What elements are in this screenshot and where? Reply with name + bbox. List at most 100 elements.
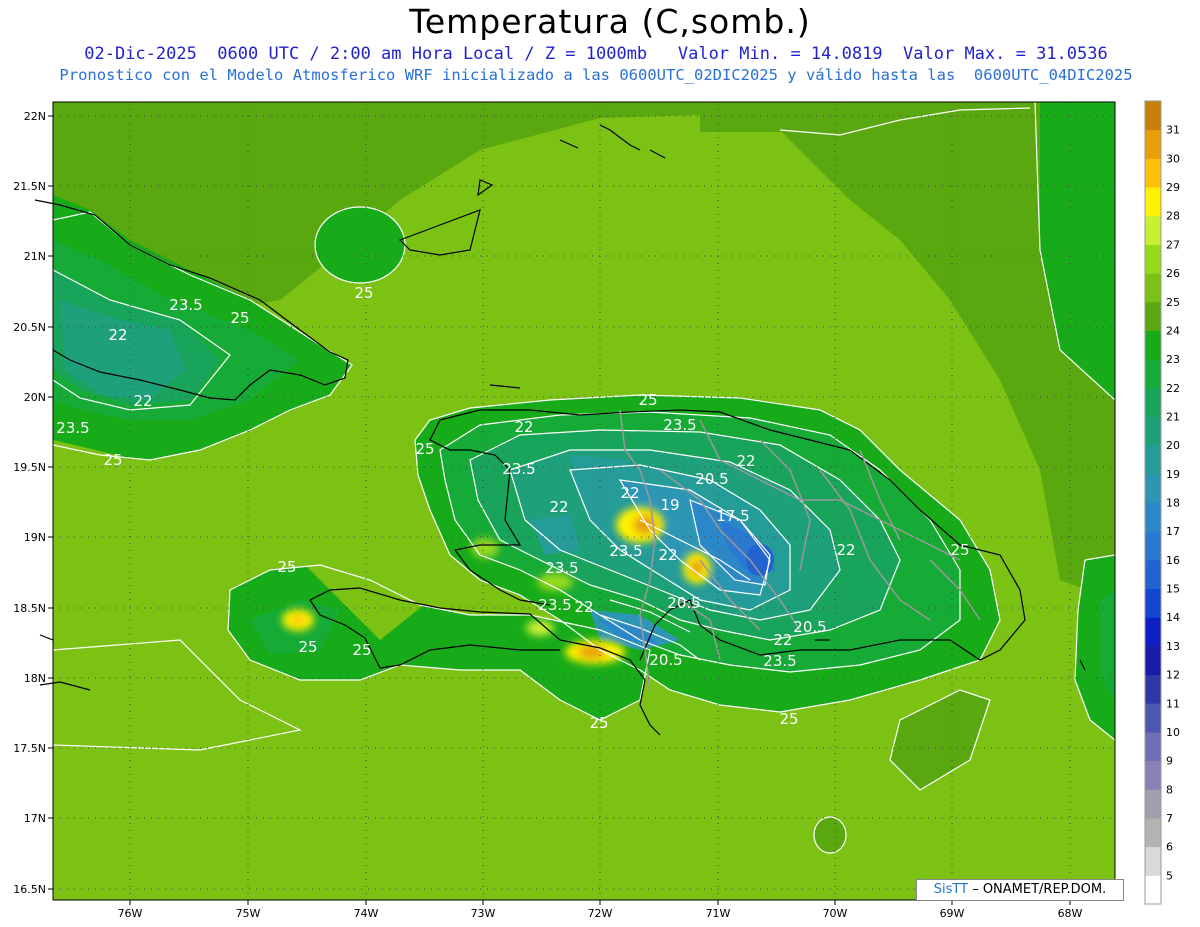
contour-label: 25 — [354, 284, 373, 302]
lat-label: 16.5N — [13, 883, 46, 896]
contour-label: 20.5 — [667, 594, 700, 612]
legend-level-label: 23 — [1166, 353, 1180, 366]
legend-level-label: 29 — [1166, 181, 1180, 194]
lon-label: 71W — [706, 907, 731, 920]
legend-swatch — [1145, 817, 1161, 848]
legend-swatch — [1145, 301, 1161, 331]
contour-label: 25 — [298, 638, 317, 656]
lon-label: 69W — [940, 907, 965, 920]
legend-level-label: 14 — [1166, 611, 1180, 624]
credit-text: – ONAMET/REP.DOM. — [968, 882, 1107, 897]
contour-label: 23.5 — [763, 652, 796, 670]
temperature-map: 22N 21.5N 21N 20.5N 20N 19.5N 19N 18.5N … — [13, 100, 1180, 920]
contour-label: 19 — [660, 496, 679, 514]
legend-swatch — [1145, 645, 1161, 676]
contour-label: 20.5 — [793, 618, 826, 636]
legend-level-label: 20 — [1166, 439, 1180, 452]
legend-swatch — [1145, 760, 1161, 790]
legend-level-label: 9 — [1166, 755, 1173, 768]
color-scale-legend: 5 6 7 8 9 10 11 12 13 14 15 16 17 18 19 20 21 22 23 24 25 26 2… — [1144, 100, 1180, 905]
lat-label: 22N — [24, 110, 46, 123]
lon-label: 74W — [354, 907, 379, 920]
lat-label: 21N — [24, 250, 46, 263]
contour-label: 17.5 — [716, 507, 749, 525]
contour-label: 22 — [773, 631, 792, 649]
legend-level-label: 26 — [1166, 267, 1180, 280]
legend-level-label: 22 — [1166, 382, 1180, 395]
legend-swatch — [1145, 559, 1161, 590]
legend-swatch — [1145, 158, 1161, 188]
contour-label: 25 — [589, 714, 608, 732]
legend-swatch — [1145, 502, 1161, 532]
contour-label: 25 — [950, 541, 969, 559]
legend-level-label: 16 — [1166, 554, 1180, 567]
contour-label: 22 — [736, 452, 755, 470]
legend-swatch — [1145, 359, 1161, 389]
contour-label: 23.5 — [56, 419, 89, 437]
contour-label: 25 — [779, 710, 798, 728]
contour-label: 20.5 — [695, 470, 728, 488]
legend-swatch — [1145, 674, 1161, 704]
legend-level-label: 27 — [1166, 238, 1180, 251]
legend-level-label: 19 — [1166, 468, 1180, 481]
lat-label: 17N — [24, 812, 46, 825]
legend-swatch — [1145, 187, 1161, 217]
legend-level-label: 28 — [1166, 210, 1180, 223]
legend-level-label: 13 — [1166, 640, 1180, 653]
legend-swatch — [1145, 789, 1161, 819]
legend-swatch — [1145, 617, 1161, 647]
contour-label: 25 — [352, 641, 371, 659]
contour-label: 25 — [277, 558, 296, 576]
legend-swatch — [1145, 588, 1161, 618]
contour-label: 23.5 — [502, 460, 535, 478]
legend-swatch — [1145, 473, 1161, 503]
legend-level-label: 12 — [1166, 669, 1180, 682]
legend-level-label: 6 — [1166, 841, 1173, 854]
credit-box: SisTT – ONAMET/REP.DOM. — [916, 879, 1124, 901]
contour-label: 23.5 — [169, 296, 202, 314]
legend-level-label: 11 — [1166, 697, 1180, 710]
legend-level-label: 18 — [1166, 497, 1180, 510]
legend-swatch — [1145, 445, 1161, 475]
contour-label: 22 — [836, 541, 855, 559]
contour-label: 20.5 — [649, 651, 682, 669]
contour-label: 23.5 — [545, 559, 578, 577]
legend-swatch — [1145, 846, 1161, 876]
lon-label: 68W — [1058, 907, 1083, 920]
contour-label: 23.5 — [538, 596, 571, 614]
contour-label: 25 — [415, 440, 434, 458]
lon-label: 72W — [588, 907, 613, 920]
contour-label: 22 — [549, 498, 568, 516]
lat-label: 18N — [24, 672, 46, 685]
lat-label: 20.5N — [13, 321, 46, 334]
contour-label: 25 — [230, 309, 249, 327]
legend-level-label: 17 — [1166, 525, 1180, 538]
lon-label: 75W — [236, 907, 261, 920]
lat-label: 20N — [24, 391, 46, 404]
legend-swatch — [1145, 244, 1161, 274]
legend-swatch — [1145, 416, 1161, 446]
legend-swatch — [1145, 101, 1161, 131]
contour-label: 25 — [638, 391, 657, 409]
sistt-logo: SisTT — [933, 882, 969, 897]
contour-label: 22 — [658, 546, 677, 564]
contour-label: 23.5 — [663, 416, 696, 434]
legend-level-label: 15 — [1166, 583, 1180, 596]
lon-label: 70W — [823, 907, 848, 920]
legend-swatch — [1145, 531, 1161, 561]
legend-swatch — [1145, 703, 1161, 733]
legend-level-label: 8 — [1166, 783, 1173, 796]
legend-swatch — [1145, 387, 1161, 417]
legend-level-label: 25 — [1166, 296, 1180, 309]
legend-level-label: 10 — [1166, 726, 1180, 739]
contour-label: 22 — [620, 484, 639, 502]
lat-label: 17.5N — [13, 742, 46, 755]
legend-level-label: 31 — [1166, 124, 1180, 137]
contour-label: 23.5 — [609, 542, 642, 560]
legend-level-label: 21 — [1166, 410, 1180, 423]
contour-label: 22 — [133, 392, 152, 410]
contour-label: 25 — [103, 451, 122, 469]
lat-label: 19N — [24, 531, 46, 544]
legend-level-label: 30 — [1166, 152, 1180, 165]
legend-swatch — [1145, 330, 1161, 360]
